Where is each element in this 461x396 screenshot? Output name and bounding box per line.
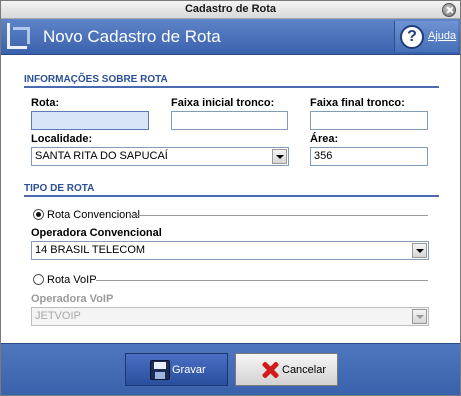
faixa-final-label: Faixa final tronco:	[310, 97, 405, 109]
group-divider-voip	[96, 280, 428, 281]
window-title: Cadastro de Rota	[184, 3, 277, 15]
operadora-convencional-label: Operadora Convencional	[31, 227, 162, 239]
help-icon: ?	[400, 25, 424, 49]
localidade-label: Localidade:	[31, 133, 93, 145]
app-logo-icon	[7, 23, 30, 49]
operadora-voip-value: JETVOIP	[35, 310, 81, 322]
faixa-inicial-input[interactable]	[171, 111, 288, 130]
operadora-convencional-value: 14 BRASIL TELECOM	[35, 244, 146, 256]
radio-convencional-label[interactable]: Rota Convencional	[47, 209, 140, 221]
save-button-label: Gravar	[172, 364, 206, 376]
rota-input[interactable]	[31, 111, 149, 130]
rota-label: Rota:	[31, 97, 60, 109]
section-title-type: TIPO DE ROTA	[24, 183, 95, 194]
radio-voip[interactable]	[33, 274, 44, 285]
title-bar: Cadastro de Rota	[1, 1, 460, 19]
operadora-voip-label: Operadora VoIP	[31, 293, 114, 305]
localidade-value: SANTA RITA DO SAPUCAÍ	[35, 150, 168, 162]
cancel-button-label: Cancelar	[282, 364, 327, 376]
floppy-disk-icon	[150, 360, 170, 380]
section-divider-route	[24, 86, 439, 88]
chevron-down-icon[interactable]	[272, 149, 287, 164]
footer-bar: Gravar Cancelar	[1, 343, 460, 395]
help-label: Ajuda	[428, 30, 457, 42]
header-banner: Novo Cadastro de Rota ? Ajuda	[1, 19, 460, 55]
close-icon[interactable]	[442, 3, 456, 17]
group-divider-convencional	[130, 215, 428, 216]
help-button[interactable]: ? Ajuda	[394, 21, 458, 52]
chevron-down-icon	[412, 309, 427, 324]
localidade-select[interactable]: SANTA RITA DO SAPUCAÍ	[31, 147, 289, 166]
section-title-route: INFORMAÇÕES SOBRE ROTA	[24, 74, 168, 85]
faixa-inicial-label: Faixa inicial tronco:	[171, 97, 275, 109]
radio-convencional[interactable]	[33, 209, 44, 220]
radio-voip-label[interactable]: Rota VoIP	[47, 274, 97, 286]
dialog-window: Cadastro de Rota Novo Cadastro de Rota ?…	[0, 0, 461, 396]
section-divider-type	[24, 195, 439, 197]
operadora-convencional-select[interactable]: 14 BRASIL TELECOM	[31, 241, 429, 260]
cancel-button[interactable]: Cancelar	[235, 353, 338, 386]
operadora-voip-select: JETVOIP	[31, 307, 429, 326]
close-icon	[260, 360, 280, 380]
chevron-down-icon[interactable]	[412, 243, 427, 258]
area-label: Área:	[310, 133, 339, 145]
save-button[interactable]: Gravar	[125, 353, 228, 386]
page-title: Novo Cadastro de Rota	[43, 27, 221, 46]
area-input[interactable]: 356	[310, 147, 428, 166]
faixa-final-input[interactable]	[310, 111, 428, 130]
